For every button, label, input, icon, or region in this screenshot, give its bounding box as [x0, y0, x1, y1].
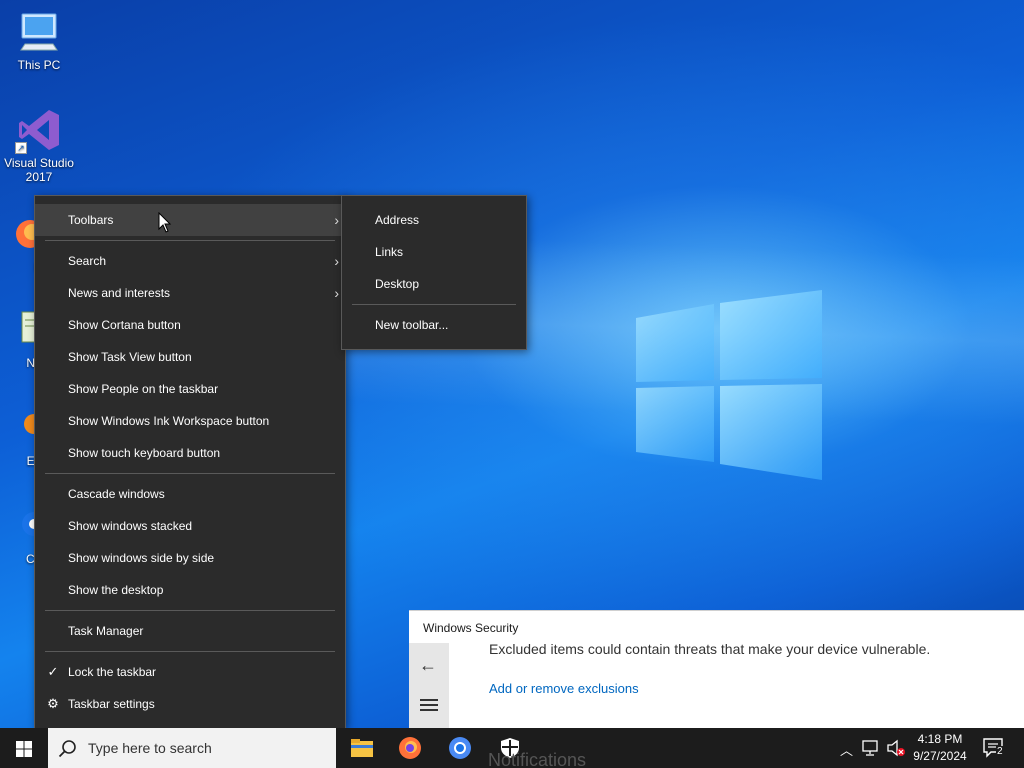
toolbars-submenu: Address Links Desktop New toolbar... — [341, 195, 527, 350]
menu-item-task-manager[interactable]: Task Manager — [35, 615, 345, 647]
menu-item-news-and-interests[interactable]: News and interests › — [35, 277, 345, 309]
menu-item-label: Desktop — [375, 277, 420, 291]
menu-item-label: Show windows side by side — [68, 551, 215, 565]
desktop-icon-label: This PC — [17, 58, 61, 72]
toast-app-title: Windows Security — [423, 621, 519, 635]
computer-icon — [20, 13, 58, 51]
desktop-icon-this-pc[interactable]: This PC — [1, 8, 77, 72]
windows-logo — [636, 290, 822, 480]
menu-item-label: Links — [375, 245, 404, 259]
menu-item-label: Cascade windows — [68, 487, 165, 501]
hamburger-menu-icon[interactable] — [420, 699, 438, 713]
menu-item-toolbars[interactable]: Toolbars › — [35, 204, 345, 236]
taskbar-file-explorer[interactable] — [338, 728, 386, 768]
firefox-icon — [399, 737, 421, 759]
menu-item-label: Lock the taskbar — [68, 665, 157, 679]
menu-item-label: Show Windows Ink Workspace button — [68, 414, 270, 428]
menu-item-cascade-windows[interactable]: Cascade windows — [35, 478, 345, 510]
menu-item-label: Show People on the taskbar — [68, 382, 219, 396]
menu-item-label: Task Manager — [68, 624, 144, 638]
taskbar: Type here to search Notifications ︿ 4:18… — [0, 728, 1024, 768]
chevron-right-icon: › — [334, 285, 339, 301]
taskbar-clock[interactable]: 4:18 PM 9/27/2024 — [905, 731, 975, 765]
checkmark-icon: ✓ — [47, 664, 59, 679]
desktop-icon-visual-studio[interactable]: ↗ Visual Studio 2017 — [1, 106, 77, 184]
menu-item-show-cortana-button[interactable]: Show Cortana button — [35, 309, 345, 341]
menu-item-show-windows-stacked[interactable]: Show windows stacked — [35, 510, 345, 542]
menu-item-search[interactable]: Search › — [35, 245, 345, 277]
menu-item-label: Show touch keyboard button — [68, 446, 221, 460]
menu-item-label: News and interests — [68, 286, 171, 300]
taskbar-firefox[interactable] — [386, 728, 434, 768]
submenu-item-desktop[interactable]: Desktop — [342, 268, 526, 300]
clock-time: 4:18 PM — [917, 732, 963, 746]
menu-item-show-touch-keyboard[interactable]: Show touch keyboard button — [35, 437, 345, 469]
menu-item-show-windows-side-by-side[interactable]: Show windows side by side — [35, 542, 345, 574]
submenu-item-new-toolbar[interactable]: New toolbar... — [342, 309, 526, 341]
windows-security-panel: Windows Security ← Excluded items could … — [409, 610, 1024, 729]
menu-item-show-task-view-button[interactable]: Show Task View button — [35, 341, 345, 373]
menu-item-label: Address — [375, 213, 420, 227]
notifications-ghost-text: Notifications — [488, 750, 587, 768]
toast-message: Excluded items could contain threats tha… — [489, 641, 931, 657]
notification-count: 2 — [996, 746, 1004, 757]
windows-start-icon — [16, 741, 32, 757]
chevron-right-icon: › — [334, 253, 339, 269]
menu-item-label: Search — [68, 254, 107, 268]
menu-separator — [352, 304, 516, 305]
show-hidden-icons-chevron-icon[interactable]: ︿ — [840, 740, 853, 759]
chevron-right-icon: › — [334, 212, 339, 228]
volume-muted-icon[interactable] — [886, 739, 906, 757]
shortcut-arrow-icon: ↗ — [15, 142, 27, 154]
menu-item-label: Show windows stacked — [68, 519, 193, 533]
search-placeholder: Type here to search — [88, 740, 212, 756]
search-icon — [58, 740, 76, 758]
menu-separator — [45, 610, 335, 611]
taskbar-chrome[interactable] — [436, 728, 484, 768]
menu-item-label: Show the desktop — [68, 583, 164, 597]
menu-item-show-the-desktop[interactable]: Show the desktop — [35, 574, 345, 606]
menu-item-label: New toolbar... — [375, 318, 449, 332]
chrome-icon — [449, 737, 471, 759]
menu-separator — [45, 473, 335, 474]
action-center-button[interactable]: 2 — [982, 736, 1006, 760]
submenu-item-links[interactable]: Links — [342, 236, 526, 268]
menu-item-show-ink-workspace[interactable]: Show Windows Ink Workspace button — [35, 405, 345, 437]
add-remove-exclusions-link[interactable]: Add or remove exclusions — [489, 681, 639, 696]
menu-item-label: Toolbars — [68, 213, 114, 227]
menu-item-label: Show Cortana button — [68, 318, 181, 332]
menu-item-show-people[interactable]: Show People on the taskbar — [35, 373, 345, 405]
back-arrow-icon[interactable]: ← — [419, 655, 437, 676]
taskbar-search-box[interactable]: Type here to search — [48, 728, 336, 768]
menu-item-taskbar-settings[interactable]: ⚙ Taskbar settings — [35, 688, 345, 720]
toast-sidebar: ← — [409, 643, 449, 729]
taskbar-context-menu: Toolbars › Search › News and interests ›… — [34, 195, 346, 729]
mouse-cursor-icon — [158, 212, 172, 233]
clock-date: 9/27/2024 — [913, 749, 967, 763]
start-button[interactable] — [0, 728, 48, 768]
menu-item-label: Taskbar settings — [68, 697, 155, 711]
menu-separator — [45, 240, 335, 241]
menu-item-label: Show Task View button — [68, 350, 192, 364]
menu-separator — [45, 651, 335, 652]
folder-icon — [351, 739, 373, 757]
gear-icon: ⚙ — [47, 696, 59, 711]
menu-item-lock-the-taskbar[interactable]: ✓ Lock the taskbar — [35, 656, 345, 688]
desktop-icon-label: Visual Studio 2017 — [4, 156, 74, 184]
network-icon[interactable] — [862, 740, 880, 756]
submenu-item-address[interactable]: Address — [342, 204, 526, 236]
